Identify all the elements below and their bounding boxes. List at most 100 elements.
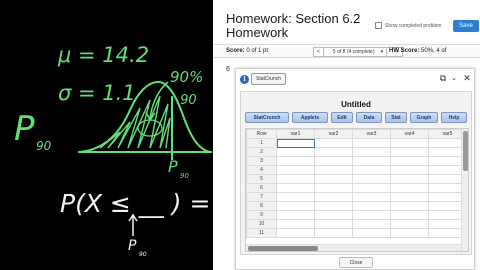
table-cell[interactable] [276,183,315,193]
menu-statcrunch[interactable]: StatCrunch [245,112,289,123]
column-header-var3[interactable]: var3 [352,129,391,139]
table-cell[interactable] [390,138,429,148]
column-header-var2[interactable]: var2 [314,129,353,139]
data-grid: Row var1 var2 var3 var4 var5 1 2 3 4 5 6 7 8 9 10 11 [245,128,469,252]
table-cell[interactable] [352,147,391,157]
decimal-text: .90 [176,93,197,108]
worksheet-title: Untitled [341,100,371,109]
close-button[interactable]: Close [339,257,373,268]
horizontal-scroll-thumb[interactable] [248,246,318,251]
save-button[interactable]: Save [453,20,479,32]
column-header-var4[interactable]: var4 [390,129,429,139]
chevron-down-icon[interactable]: ▾ [378,49,387,55]
row-number: 5 [246,174,277,184]
table-cell[interactable] [276,192,315,202]
menu-stat[interactable]: Stat [385,112,407,123]
table-cell[interactable] [314,219,353,229]
info-icon[interactable]: i [240,75,249,84]
table-cell[interactable] [390,210,429,220]
popout-icon[interactable]: ⧉ [438,72,448,84]
table-cell[interactable] [352,156,391,166]
score-bar: Score: 0 of 1 pt < 5 of 8 (4 complete) ▾… [213,44,480,58]
table-cell[interactable] [352,210,391,220]
table-cell[interactable] [314,228,353,238]
probability-equation: P(X ≤ __ ) = .90 [60,189,213,218]
table-cell[interactable] [276,228,315,238]
vertical-scroll-thumb[interactable] [463,131,468,171]
menu-applets[interactable]: Applets [292,112,328,123]
close-icon[interactable]: ✕ [462,72,472,84]
homework-page: Homework: Section 6.2 Homework Show comp… [213,0,480,270]
table-row: 11 [246,228,467,238]
column-header-row: Row var1 var2 var3 var4 var5 [246,129,467,139]
whiteboard-panel: μ = 14.2 σ = 1.1 P 90 90% .90 P 90 P(X ≤… [0,0,213,270]
question-position: 5 of 8 (4 complete) [332,49,375,55]
menu-edit[interactable]: Edit [331,112,353,123]
table-cell[interactable] [276,174,315,184]
row-number: 4 [246,165,277,175]
table-cell[interactable] [276,156,315,166]
table-cell[interactable] [390,183,429,193]
equation-percentile-symbol: P [128,238,137,254]
table-cell[interactable] [390,201,429,211]
table-cell[interactable] [352,174,391,184]
table-cell[interactable] [352,219,391,229]
menu-data[interactable]: Data [356,112,382,123]
nav-divider [322,47,330,57]
table-cell[interactable] [390,147,429,157]
table-cell[interactable] [276,201,315,211]
horizontal-scrollbar[interactable] [246,244,463,251]
row-number: 2 [246,147,277,157]
table-cell[interactable] [352,183,391,193]
table-cell[interactable] [390,228,429,238]
row-column-header: Row [246,129,277,139]
table-row: 5 [246,174,467,184]
row-number: 11 [246,228,277,238]
page-title: Homework: Section 6.2 Homework [226,11,361,40]
table-cell[interactable] [352,138,391,148]
hw-score-label: HW Score: [389,48,420,54]
table-cell[interactable] [314,201,353,211]
curve-percentile-subscript: 90 [180,172,189,180]
row-number: 9 [246,210,277,220]
table-cell[interactable] [276,219,315,229]
statcrunch-window: Untitled StatCrunch Applets Edit Data Stat Gr… [240,91,472,255]
row-number: 6 [246,183,277,193]
table-cell[interactable] [314,183,353,193]
table-cell[interactable] [390,165,429,175]
table-cell[interactable] [352,192,391,202]
table-cell[interactable] [390,174,429,184]
table-cell[interactable] [314,174,353,184]
table-cell[interactable] [352,201,391,211]
show-completed-toggle[interactable]: Show completed problem [375,22,441,29]
table-cell[interactable] [314,210,353,220]
table-cell[interactable] [276,147,315,157]
table-cell[interactable] [276,210,315,220]
chevron-down-icon[interactable]: ⌄ [449,72,459,84]
table-cell[interactable] [352,165,391,175]
mean-text: μ = 14.2 [57,43,149,67]
menu-help[interactable]: Help [441,112,467,123]
table-cell[interactable] [314,165,353,175]
table-cell[interactable] [390,156,429,166]
question-number: 6 [226,66,230,73]
row-number: 7 [246,192,277,202]
table-cell[interactable] [314,192,353,202]
table-cell[interactable] [314,138,353,148]
table-cell[interactable] [276,165,315,175]
row-number: 8 [246,201,277,211]
spreadsheet-body: 1 2 3 4 5 6 7 8 9 10 11 [246,138,467,238]
table-cell[interactable] [390,219,429,229]
table-cell[interactable] [352,228,391,238]
prev-question-button[interactable]: < [314,49,323,55]
menu-graph[interactable]: Graph [410,112,438,123]
table-cell[interactable] [390,192,429,202]
statcrunch-tab[interactable]: StatCrunch [251,73,287,85]
table-cell[interactable] [314,147,353,157]
table-cell[interactable] [314,156,353,166]
hw-score-display: HW Score: 50%, 4 of [389,48,446,54]
table-cell[interactable] [276,138,315,148]
vertical-scrollbar[interactable] [461,129,468,251]
column-header-var1[interactable]: var1 [276,129,315,139]
show-completed-checkbox[interactable] [375,22,382,29]
